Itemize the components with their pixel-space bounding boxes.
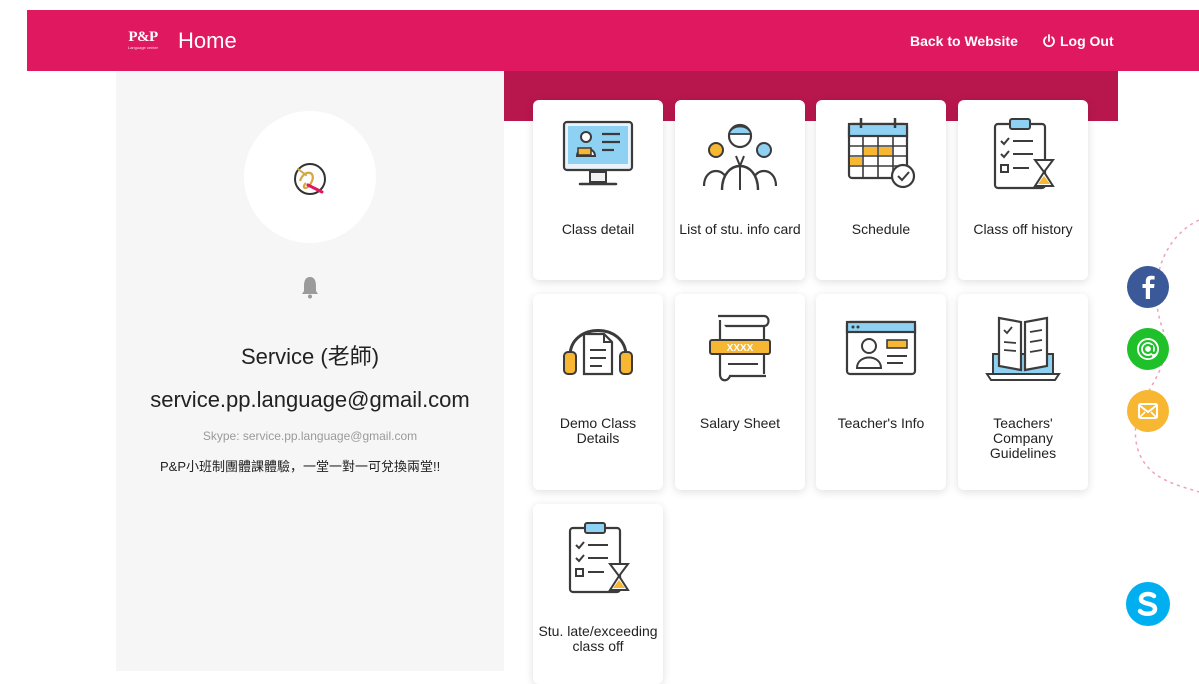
mail-button[interactable] xyxy=(1127,390,1169,432)
logo-text: P&P xyxy=(128,29,158,45)
profile-panel: Service (老師) service.pp.language@gmail.c… xyxy=(116,71,504,671)
logo-subtext: Language center xyxy=(127,45,159,50)
checklist-hourglass-icon xyxy=(568,522,630,594)
checklist-hourglass-icon xyxy=(993,118,1055,190)
page-title: Home xyxy=(178,28,237,53)
menu-card-demo-class[interactable]: Demo Class Details xyxy=(533,294,663,490)
facebook-button[interactable] xyxy=(1127,266,1169,308)
bell-icon[interactable] xyxy=(300,275,320,299)
menu-card-salary-sheet[interactable]: XXXX Salary Sheet xyxy=(675,294,805,490)
menu-card-label: Schedule xyxy=(851,221,911,237)
menu-card-teacher-info[interactable]: Teacher's Info xyxy=(816,294,946,490)
facebook-icon xyxy=(1142,275,1155,299)
skype-icon xyxy=(1137,591,1158,616)
menu-card-class-off-history[interactable]: Class off history xyxy=(958,100,1088,280)
menu-card-label: Teachers' Company Guidelines xyxy=(989,415,1057,461)
back-to-website-link[interactable]: Back to Website xyxy=(910,33,1018,49)
skype-button[interactable] xyxy=(1126,582,1170,626)
menu-card-label: List of stu. info card xyxy=(679,221,801,237)
at-sign-icon xyxy=(1137,338,1159,360)
avatar-logo-icon xyxy=(294,163,326,195)
teacher-name: Service (老師) xyxy=(240,344,380,369)
menu-card-label: Demo Class Details xyxy=(559,415,637,446)
top-header: P&P Language center Home Back to Website… xyxy=(27,10,1199,71)
menu-card-label: Stu. late/exceeding class off xyxy=(538,623,658,654)
profile-card-icon xyxy=(845,320,917,376)
menu-card-student-info[interactable]: List of stu. info card xyxy=(675,100,805,280)
logout-label: Log Out xyxy=(1060,33,1114,49)
power-icon xyxy=(1043,34,1055,48)
avatar[interactable] xyxy=(244,111,376,243)
class-detail-icon xyxy=(562,120,634,186)
at-sign-button[interactable] xyxy=(1127,328,1169,370)
menu-card-class-detail[interactable]: Class detail xyxy=(533,100,663,280)
svg-text:XXXX: XXXX xyxy=(727,343,754,354)
menu-card-student-late[interactable]: Stu. late/exceeding class off xyxy=(533,504,663,684)
mail-icon xyxy=(1138,403,1158,419)
students-group-icon xyxy=(702,123,778,191)
menu-card-label: Class detail xyxy=(561,221,635,237)
laptop-book-icon xyxy=(985,316,1061,381)
logout-button[interactable]: Log Out xyxy=(1042,33,1114,49)
teacher-email: service.pp.language@gmail.com xyxy=(150,387,470,412)
menu-card-guidelines[interactable]: Teachers' Company Guidelines xyxy=(958,294,1088,490)
menu-card-label: Teacher's Info xyxy=(837,415,925,431)
promo-note: P&P小班制團體課體驗，一堂一對一可兌換兩堂!! xyxy=(160,459,441,474)
brand-logo[interactable]: P&P Language center xyxy=(125,29,161,55)
scroll-icon: XXXX xyxy=(709,314,771,382)
menu-card-label: Class off history xyxy=(973,221,1073,237)
headset-document-icon xyxy=(563,329,633,376)
calendar-clock-icon xyxy=(847,118,916,189)
menu-card-schedule[interactable]: Schedule xyxy=(816,100,946,280)
menu-card-label: Salary Sheet xyxy=(699,415,781,431)
teacher-skype: Skype: service.pp.language@gmail.com xyxy=(202,429,418,443)
